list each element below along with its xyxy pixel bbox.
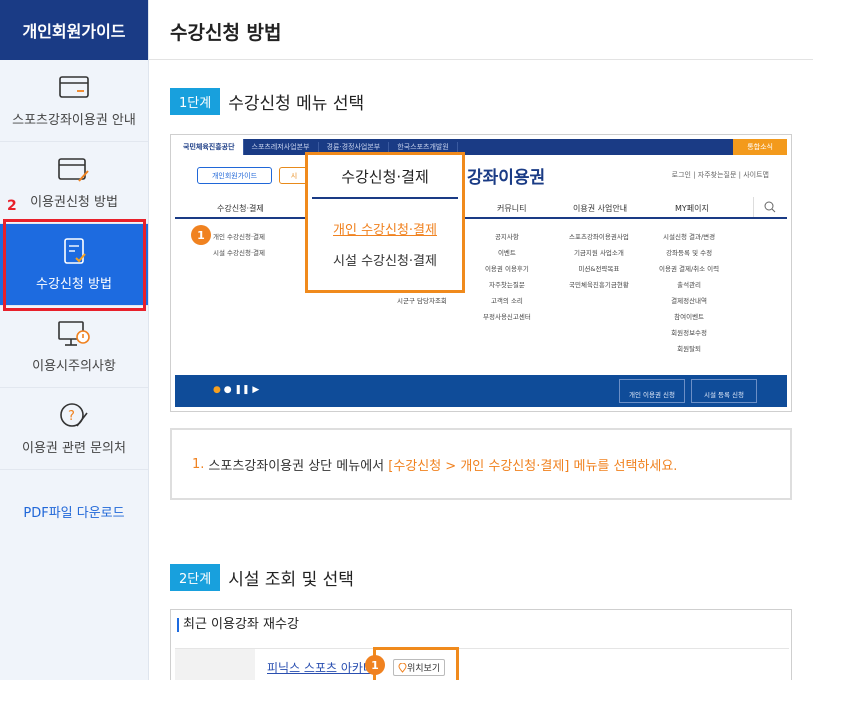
step-badge-1: 1 [191,225,211,245]
mini-nav-item: 수강신청·결제 [217,204,264,213]
mini-banner: ● ● ❚❚ ▶ 개인 이용권 신청 시설 등록 신청 [175,375,787,407]
pdf-download-link[interactable]: PDF파일 다운로드 [0,470,148,552]
step-badge: 1단계 [170,88,221,115]
divider [149,59,813,60]
mini-nav-item: 이용권 사업안내 [573,204,628,213]
mini-menu-item: 시설 수강신청·결제 [213,249,265,257]
svg-text:?: ? [68,409,75,424]
sidebar-item-label: 이용권 관련 문의처 [22,441,126,456]
step1-description: 1. 스포츠강좌이용권 상단 메뉴에서 [수강신청 > 개인 수강신청·결제] … [170,428,792,500]
sidebar-item-voucher-info[interactable]: 스포츠강좌이용권 안내 [0,60,148,142]
mini-topbar: 국민체육진흥공단 스포츠레저사업본부 경륜·경정사업본부 한국스포츠개발원 통합… [175,139,787,155]
mini-menu-item: 결제정산내역 [671,297,708,305]
step1-screenshot: 국민체육진흥공단 스포츠레저사업본부 경륜·경정사업본부 한국스포츠개발원 통합… [170,134,792,412]
step-badge-1: 1 [365,655,385,675]
mini-menu-item: 미션&전략목표 [578,265,620,273]
location-button: 위치보기 [393,659,446,676]
page-title: 수강신청 방법 [170,22,282,44]
mini-nav: 수강신청·결제 커뮤니티 이용권 사업안내 MY페이지 [175,197,787,219]
card-edit-icon [58,158,89,182]
mini-menu-item: 고객의 소리 [490,297,523,305]
mini-guide-button: 개인회원가이드 [197,167,272,184]
popup-title: 수강신청·결제 [312,155,458,199]
facility-name-link: 피닉스 스포츠 아카데 [267,661,374,675]
page: 개인회원가이드 스포츠강좌이용권 안내 이용권신청 방법 수강신청 방법 이용시… [0,0,841,701]
desc-text: 스포츠강좌이용권 상단 메뉴에서 [208,458,385,474]
document-check-icon [64,238,86,264]
mini-topbar-item: 경륜·경정사업본부 [319,142,390,152]
mini-menu-item: 이용권 결제/취소 이력 [659,265,720,273]
menu-popup: 수강신청·결제 개인 수강신청·결제 시설 수강신청·결제 [305,152,465,293]
mini-menu-item: 회원정보수정 [671,329,708,337]
sidebar-header: 개인회원가이드 [0,0,148,60]
mini-topbar-item: 한국스포츠개발원 [389,142,458,152]
step2-screenshot: 최근 이용강좌 재수강 피닉스 스포츠 아카데 위치보기 1 [170,609,792,680]
mini-menu-item: 개인 수강신청·결제 [213,233,265,241]
mini-menu-item: 참여이벤트 [674,313,705,321]
step2-heading: 2단계 시설 조회 및 선택 [170,564,354,591]
pin-icon [398,662,407,673]
shot2-title: 최근 이용강좌 재수강 [177,618,299,632]
mini-menu-item: 부정사용신고센터 [483,313,531,321]
mini-menu-col: 시설신청 결과/변경 강좌등록 및 수정 이용권 결제/취소 이력 출석관리 결… [659,229,719,357]
step-marker: 2 [7,198,17,214]
popup-link-facility: 시설 수강신청·결제 [333,254,437,269]
mini-menu-item: 강좌등록 및 수정 [666,249,713,257]
mini-news-tab: 통합소식 [733,139,787,155]
mini-menu-item: 출석관리 [677,281,702,289]
popup-link-personal: 개인 수강신청·결제 [333,223,437,238]
monitor-alert-icon [58,321,90,346]
sidebar-item-voucher-apply[interactable]: 이용권신청 방법 [0,142,148,224]
mini-banner-button: 시설 등록 신청 [691,379,757,403]
mini-nav-item: MY페이지 [675,204,709,213]
carousel-dots: ● ● ❚❚ ▶ [213,385,260,395]
mini-banner-button: 개인 이용권 신청 [619,379,685,403]
mini-topbar-item: 국민체육진흥공단 [175,139,244,155]
mini-brand: 강좌이용권 [467,168,546,188]
step-title: 시설 조회 및 선택 [228,570,354,590]
desc-number: 1. [192,456,205,472]
sidebar-item-label: 이용시주의사항 [32,359,116,374]
sidebar-item-contact[interactable]: ? 이용권 관련 문의처 [0,388,148,470]
sidebar-item-label: 스포츠강좌이용권 안내 [12,113,136,128]
question-bubble-icon: ? [60,403,88,427]
mini-menu-item: 자주찻는질문 [488,281,525,289]
sidebar-item-precautions[interactable]: 이용시주의사항 [0,306,148,388]
sidebar-item-class-apply[interactable]: 수강신청 방법 [0,224,148,306]
step1-heading: 1단계 수강신청 메뉴 선택 [170,88,364,115]
mini-menu-item: 시군구 담당자조회 [397,297,447,305]
mini-nav-item: 커뮤니티 [497,204,527,213]
sidebar: 개인회원가이드 스포츠강좌이용권 안내 이용권신청 방법 수강신청 방법 이용시… [0,0,149,680]
mini-menu-item: 공지사항 [494,233,519,241]
table-row: 피닉스 스포츠 아카데 위치보기 [175,648,789,680]
sidebar-item-label: 수강신청 방법 [36,277,112,292]
mini-menu-item: 이벤트 [497,249,516,257]
mini-menu-col: 개인 수강신청·결제 시설 수강신청·결제 [213,229,265,261]
step-badge: 2단계 [170,564,221,591]
mini-menu-item: 스포츠강좌이용권사업 [569,233,629,241]
mini-topbar-item: 스포츠레저사업본부 [244,142,319,152]
mini-menu-item: 기금지원 사업소개 [573,249,624,257]
mini-menu-item: 시설신청 결과/변경 [663,233,716,241]
mini-menu-col: 스포츠강좌이용권사업 기금지원 사업소개 미션&전략목표 국민체육진흥기금현황 [569,229,629,293]
mini-util-links: 로그인 | 자주찾는질문 | 사이트맵 [671,171,769,179]
mini-menu-item: 회원탈퇴 [677,345,702,353]
mini-menu-col: 공지사항 이벤트 이용권 이용후기 자주찻는질문 고객의 소리 부정사용신고센터 [483,229,531,325]
desc-highlight: [수강신청 > 개인 수강신청·결제] 메뉴를 선택하세요. [388,458,678,474]
mini-menu-item: 국민체육진흥기금현황 [569,281,629,289]
sidebar-item-label: 이용권신청 방법 [30,195,118,210]
mini-menu-item: 이용권 이용후기 [484,265,529,273]
step-title: 수강신청 메뉴 선택 [228,94,365,114]
row-cell [175,649,255,680]
location-label: 위치보기 [407,664,441,674]
card-icon [59,76,89,98]
mini-search-icon [753,197,785,217]
